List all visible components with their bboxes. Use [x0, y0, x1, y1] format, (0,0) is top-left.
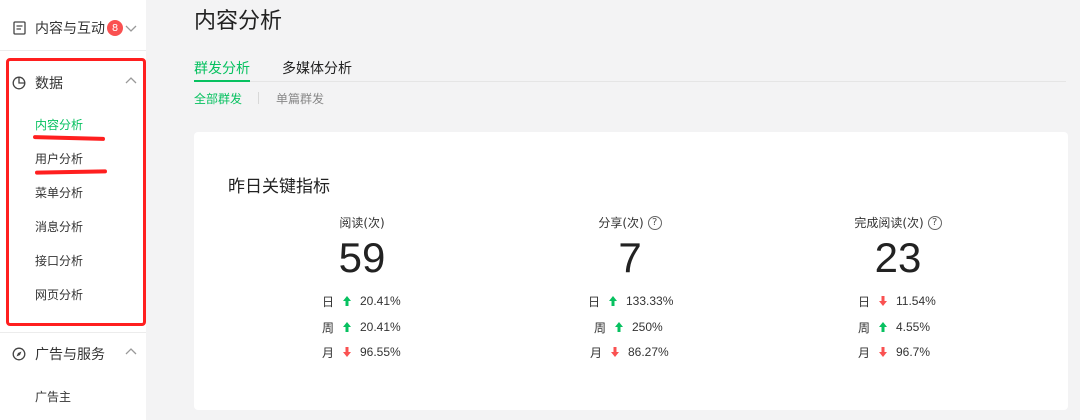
card-title: 昨日关键指标: [228, 177, 330, 197]
metric-label: 完成阅读(次): [854, 216, 924, 230]
help-icon[interactable]: ?: [647, 215, 662, 230]
metric-label: 阅读(次): [339, 216, 385, 230]
change-percent: 96.7%: [896, 345, 931, 359]
period-label: 日: [857, 294, 870, 309]
key-metrics-card: 昨日关键指标 阅读(次) 59 日 20.41% 周 20.41% 月 96.5…: [194, 132, 1068, 410]
sidebar-group-label: 内容与互动: [35, 21, 105, 37]
period-label: 周: [857, 320, 870, 335]
change-percent: 20.41%: [360, 320, 401, 334]
metric-change-row: 周 4.55%: [854, 319, 930, 335]
sidebar-group-ads[interactable]: 广告与服务: [12, 342, 105, 366]
period-label: 日: [587, 294, 600, 309]
metric-label-row: 分享(次) ?: [530, 214, 730, 231]
tab-mass-send-analysis[interactable]: 群发分析: [194, 58, 250, 82]
tab-bar: 群发分析 多媒体分析: [194, 58, 1066, 82]
metric-value: 59: [338, 234, 386, 281]
change-percent: 4.55%: [896, 320, 931, 334]
page-title: 内容分析: [194, 9, 283, 34]
divider: [0, 50, 146, 51]
subtab-single-mass-send[interactable]: 单篇群发: [276, 90, 324, 107]
sidebar-group-label: 广告与服务: [35, 347, 105, 363]
arrow-down-icon: [879, 296, 887, 306]
metric-label-row: 阅读(次): [262, 214, 462, 231]
arrow-down-icon: [611, 347, 619, 357]
arrow-up-icon: [343, 296, 351, 306]
period-label: 日: [321, 294, 334, 309]
period-label: 月: [321, 345, 334, 360]
metric-change-row: 日 11.54%: [854, 293, 936, 309]
change-percent: 96.55%: [360, 345, 401, 359]
metric-change-row: 日 133.33%: [584, 293, 673, 309]
change-percent: 133.33%: [626, 294, 674, 308]
notification-badge: 8: [107, 20, 123, 36]
chevron-down-icon[interactable]: [124, 23, 138, 33]
metric-value: 23: [874, 234, 922, 281]
change-percent: 11.54%: [896, 294, 936, 308]
document-icon: [12, 21, 26, 35]
metric-change-row: 月 96.7%: [854, 344, 930, 360]
arrow-up-icon: [879, 322, 887, 332]
arrow-up-icon: [615, 322, 623, 332]
period-label: 周: [321, 320, 334, 335]
divider: [258, 92, 259, 104]
metric-label: 分享(次): [598, 216, 644, 230]
metric-change-row: 日 20.41%: [318, 293, 401, 309]
period-label: 月: [589, 345, 602, 360]
change-percent: 250%: [632, 320, 663, 334]
arrow-down-icon: [879, 347, 887, 357]
metric-change-row: 月 96.55%: [318, 344, 401, 360]
arrow-up-icon: [343, 322, 351, 332]
metric-label-row: 完成阅读(次) ?: [798, 214, 998, 231]
help-icon[interactable]: ?: [927, 215, 942, 230]
metric-change-row: 周 20.41%: [318, 319, 401, 335]
arrow-up-icon: [609, 296, 617, 306]
subtab-all-mass-send[interactable]: 全部群发: [194, 90, 242, 107]
period-label: 周: [593, 320, 606, 335]
compass-icon: [12, 347, 26, 361]
period-label: 月: [857, 345, 870, 360]
sidebar-item-advertiser[interactable]: 广告主: [35, 388, 71, 406]
sidebar-group-content[interactable]: 内容与互动 8: [12, 16, 123, 40]
metric-change-row: 月 86.27%: [586, 344, 669, 360]
change-percent: 20.41%: [360, 294, 401, 308]
tab-multimedia-analysis[interactable]: 多媒体分析: [282, 58, 352, 82]
change-percent: 86.27%: [628, 345, 669, 359]
metric-value: 7: [618, 234, 642, 281]
arrow-down-icon: [343, 347, 351, 357]
annotation-frame: [6, 58, 146, 326]
metric-change-row: 周 250%: [590, 319, 663, 335]
divider: [0, 332, 146, 333]
chevron-up-icon[interactable]: [124, 347, 138, 357]
